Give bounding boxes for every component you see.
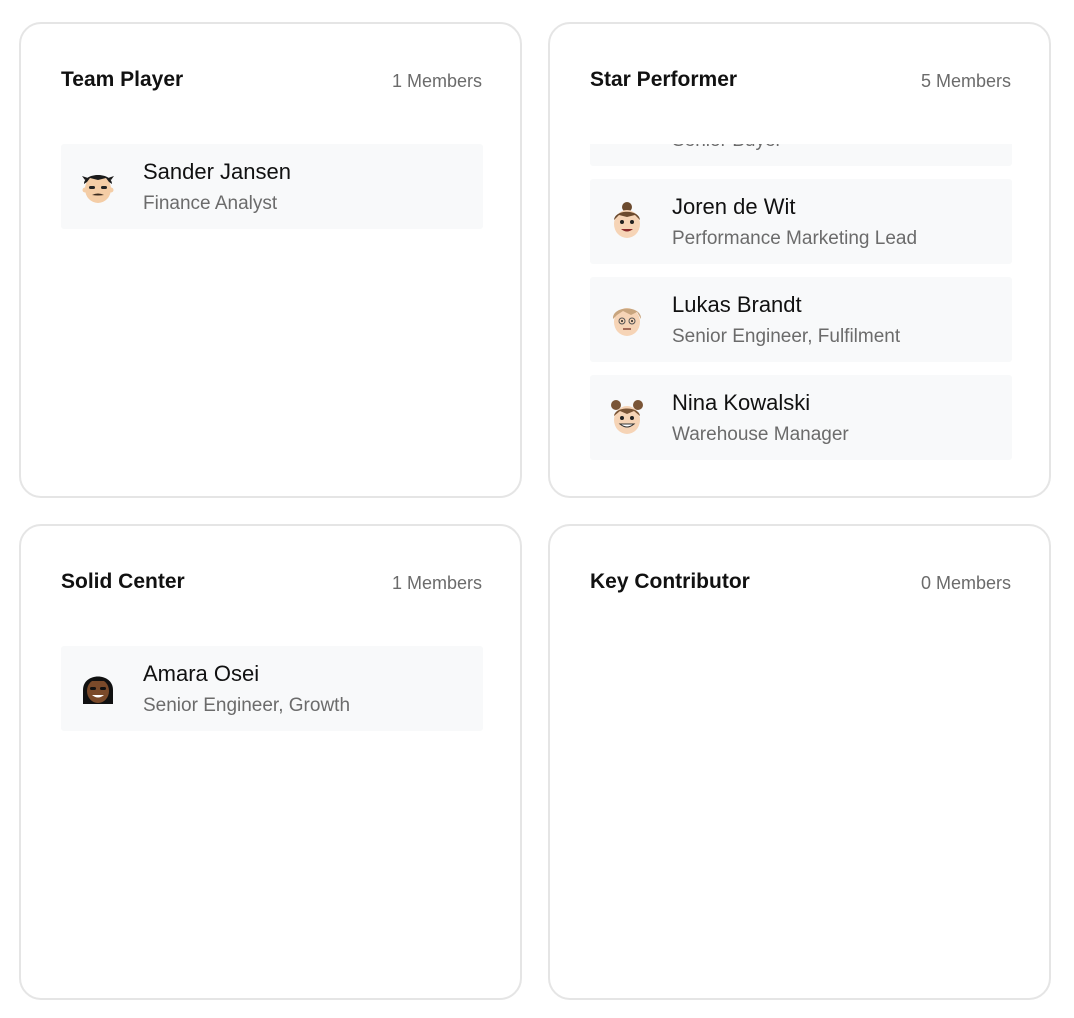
- member-name: Sander Jansen: [143, 159, 291, 184]
- group-card-star-performer: Star Performer 5 Members Senior Buyer: [548, 22, 1051, 498]
- member-name: Lukas Brandt: [672, 292, 802, 317]
- member-name: Nina Kowalski: [672, 390, 811, 415]
- member-list[interactable]: [590, 646, 1012, 962]
- member-role: Senior Engineer, Fulfilment: [672, 326, 901, 347]
- member-role: Performance Marketing Lead: [672, 228, 918, 249]
- avatar-blond-hair-icon: [612, 308, 642, 336]
- avatar-bun-smile-icon: [614, 202, 640, 238]
- member-card[interactable]: Nina Kowalski Warehouse Manager: [590, 375, 1012, 460]
- group-title: Team Player: [61, 68, 184, 91]
- group-title: Key Contributor: [590, 570, 750, 593]
- avatar-long-dark-hair-icon: [83, 676, 113, 704]
- group-title: Star Performer: [590, 68, 738, 91]
- member-card[interactable]: Senior Buyer: [590, 144, 1012, 166]
- member-list[interactable]: Amara Osei Senior Engineer, Growth: [61, 646, 483, 962]
- group-card-key-contributor: Key Contributor 0 Members: [548, 524, 1051, 1000]
- member-count: 1 Members: [391, 573, 482, 593]
- member-list[interactable]: Senior Buyer Joren de Wit Performance Ma…: [590, 144, 1012, 460]
- group-title: Solid Center: [61, 570, 185, 593]
- member-card[interactable]: Joren de Wit Performance Marketing Lead: [590, 179, 1012, 264]
- member-count: 0 Members: [920, 573, 1011, 593]
- member-role: Warehouse Manager: [672, 424, 849, 445]
- avatar-dark-hair-mustache-icon: [82, 175, 114, 203]
- groups-grid: Team Player 1 Members Sander Jansen Fina…: [0, 0, 1074, 1018]
- member-name: Joren de Wit: [672, 194, 796, 219]
- group-card-team-player: Team Player 1 Members Sander Jansen Fina…: [19, 22, 522, 498]
- member-name: Amara Osei: [143, 661, 260, 686]
- member-count: 1 Members: [391, 71, 482, 91]
- avatar-buns-grin-icon: [611, 400, 643, 434]
- member-card[interactable]: Amara Osei Senior Engineer, Growth: [61, 646, 483, 731]
- member-role: Senior Buyer: [672, 144, 782, 152]
- member-list[interactable]: Sander Jansen Finance Analyst: [61, 144, 483, 460]
- group-card-solid-center: Solid Center 1 Members Amara Osei Senior…: [19, 524, 522, 1000]
- member-role: Senior Engineer, Growth: [143, 695, 351, 716]
- member-card[interactable]: Sander Jansen Finance Analyst: [61, 144, 483, 229]
- member-count: 5 Members: [920, 71, 1011, 91]
- member-card[interactable]: Lukas Brandt Senior Engineer, Fulfilment: [590, 277, 1012, 362]
- member-role: Finance Analyst: [143, 193, 278, 214]
